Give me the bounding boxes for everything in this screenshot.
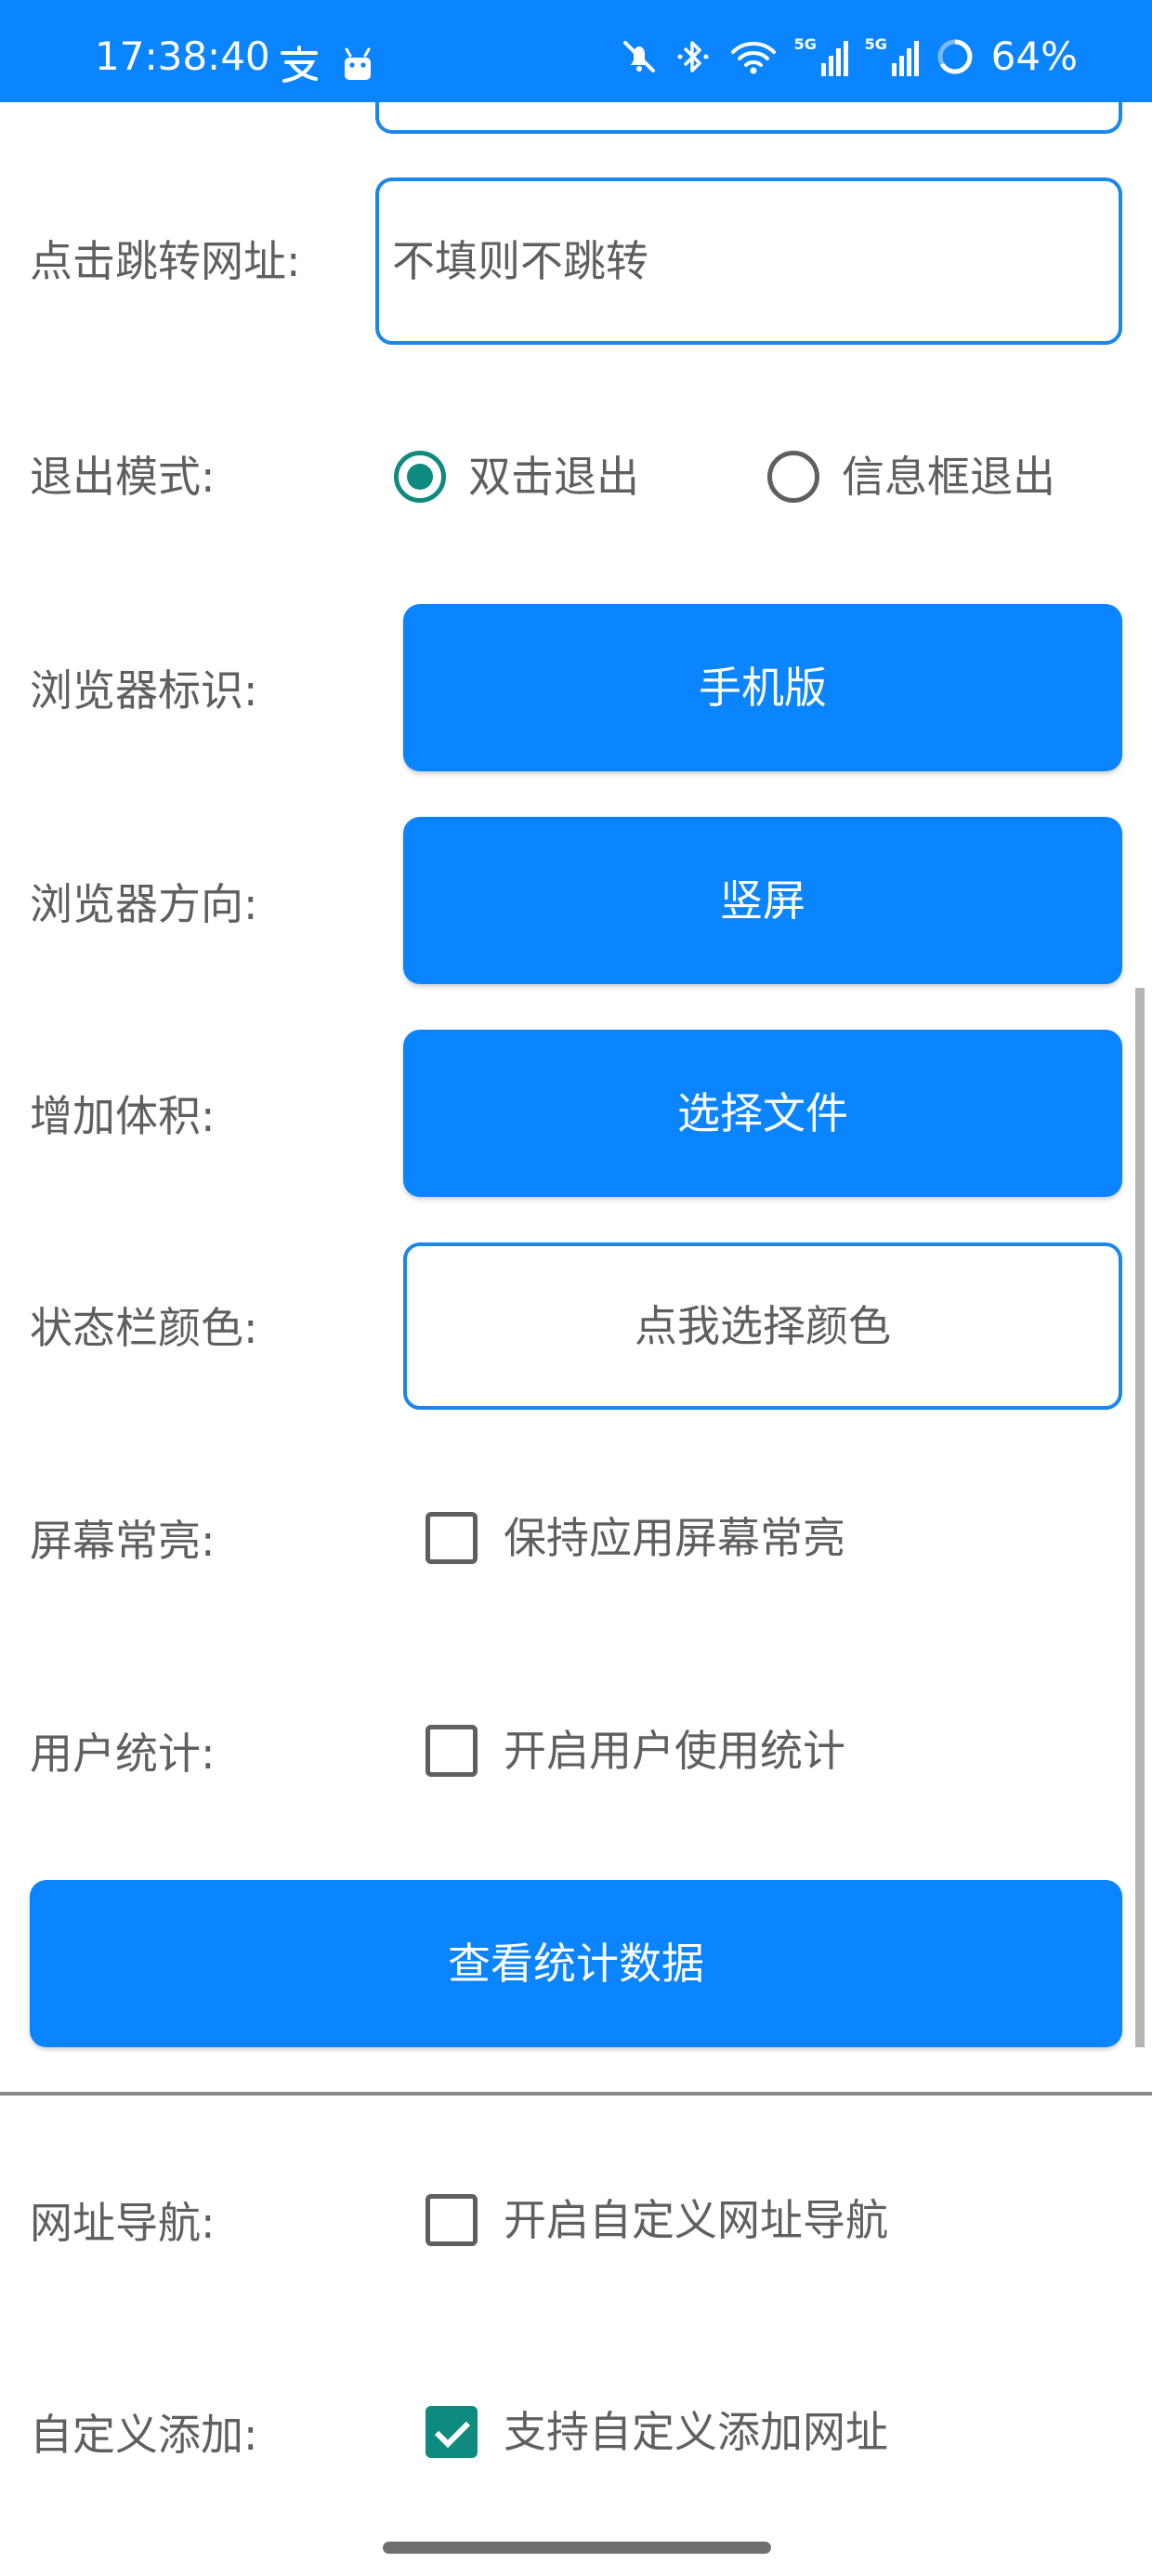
signal-type-label: 5G [864,35,887,53]
user-stats-checkbox-label: 开启用户使用统计 [504,1726,845,1776]
custom-add-checkbox-label: 支持自定义添加网址 [504,2407,888,2457]
alipay-icon [281,46,318,83]
status-bar: 17:38:40 5G 5G 64% [0,0,1152,102]
jump-url-label: 点击跳转网址: [30,236,301,286]
exit-mode-double-click-radio[interactable]: 双击退出 [394,451,639,503]
settings-form: 点击跳转网址: 退出模式: 双击退出 信息框退出 浏览器标识: 手机版 浏览器方… [0,0,1152,2576]
android-icon [345,47,371,80]
user-stats-label: 用户统计: [30,1728,216,1779]
jump-url-input[interactable] [375,177,1122,345]
view-stats-button[interactable]: 查看统计数据 [30,1880,1122,2047]
browser-id-button[interactable]: 手机版 [403,604,1122,771]
checkbox-checked-icon [425,2406,478,2458]
checkbox-unchecked-icon [425,1725,478,1777]
system-icons: 5G 5G 64% [620,37,1078,76]
radio-unselected-icon [767,451,819,503]
screen-on-checkbox[interactable]: 保持应用屏幕常亮 [425,1512,845,1564]
signal-type-label: 5G [793,35,817,53]
checkbox-unchecked-icon [425,2194,478,2246]
user-stats-checkbox[interactable]: 开启用户使用统计 [425,1725,845,1777]
section-divider [0,2092,1152,2096]
screen-on-label: 屏幕常亮: [30,1516,216,1566]
mute-icon [622,41,655,72]
custom-add-checkbox[interactable]: 支持自定义添加网址 [425,2406,888,2458]
exit-mode-option-label: 信息框退出 [842,452,1055,502]
status-time: 17:38:40 [95,33,270,79]
exit-mode-label: 退出模式: [30,452,216,502]
bluetooth-icon [677,41,709,72]
browser-id-label: 浏览器标识: [30,665,258,716]
pick-color-button[interactable]: 点我选择颜色 [403,1242,1122,1410]
screen-on-checkbox-label: 保持应用屏幕常亮 [504,1513,845,1563]
signal-icon: 5G [865,37,919,76]
signal-icon: 5G [794,37,848,76]
browser-orientation-label: 浏览器方向: [30,879,258,929]
status-color-label: 状态栏颜色: [30,1303,258,1353]
url-nav-checkbox[interactable]: 开启自定义网址导航 [425,2194,888,2246]
checkbox-unchecked-icon [425,1512,478,1564]
radio-selected-icon [394,451,446,503]
notification-icons [279,46,373,83]
home-indicator[interactable] [383,2542,771,2554]
url-nav-checkbox-label: 开启自定义网址导航 [504,2195,888,2245]
exit-mode-option-label: 双击退出 [468,452,639,502]
scrollbar[interactable] [1135,988,1145,2047]
browser-orientation-button[interactable]: 竖屏 [403,817,1122,984]
select-file-button[interactable]: 选择文件 [403,1030,1122,1197]
battery-percent: 64% [990,33,1078,79]
wifi-icon [730,42,776,74]
add-size-label: 增加体积: [30,1091,216,1141]
exit-mode-dialog-radio[interactable]: 信息框退出 [767,451,1055,503]
url-nav-label: 网址导航: [30,2198,216,2248]
custom-add-label: 自定义添加: [30,2410,258,2460]
battery-ring-icon [937,39,973,74]
